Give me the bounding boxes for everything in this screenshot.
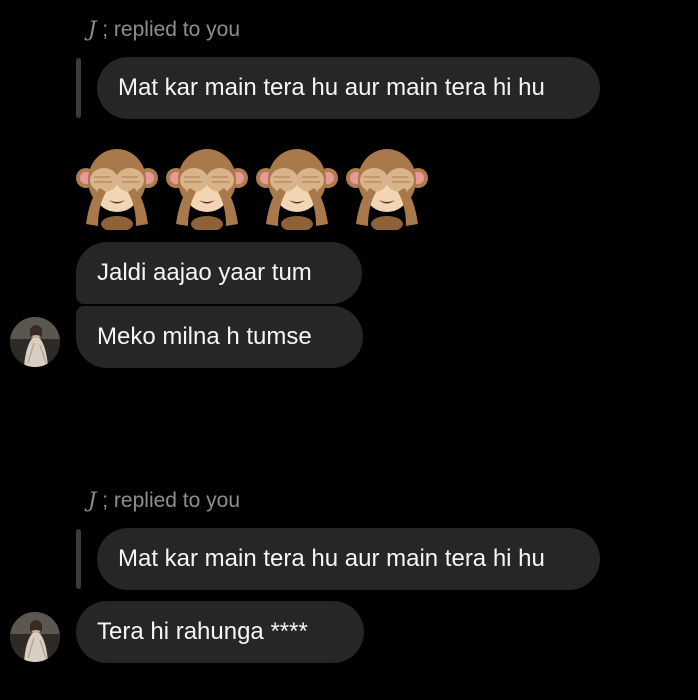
see-no-evil-monkey-icon — [346, 144, 428, 235]
avatar[interactable] — [10, 317, 60, 367]
reply-caption: J ; replied to you — [88, 18, 241, 41]
emoji-message[interactable] — [76, 144, 436, 232]
see-no-evil-monkey-icon — [76, 144, 158, 235]
reply-indicator-bar — [76, 529, 81, 589]
see-no-evil-monkey-icon — [166, 144, 248, 235]
message-bubble[interactable]: Jaldi aajao yaar tum — [76, 242, 362, 304]
avatar[interactable] — [10, 612, 60, 662]
quoted-message[interactable]: Mat kar main tera hu aur main tera hi hu — [97, 528, 600, 590]
quoted-message[interactable]: Mat kar main tera hu aur main tera hi hu — [97, 57, 600, 119]
reply-caption-text: ; replied to you — [96, 489, 241, 512]
see-no-evil-monkey-icon — [256, 144, 338, 235]
reply-indicator-bar — [76, 58, 81, 118]
reply-caption-text: ; replied to you — [96, 18, 241, 41]
message-bubble[interactable]: Tera hi rahunga **** — [76, 601, 364, 663]
reply-caption: J ; replied to you — [88, 489, 241, 512]
message-bubble[interactable]: Meko milna h tumse — [76, 306, 363, 368]
